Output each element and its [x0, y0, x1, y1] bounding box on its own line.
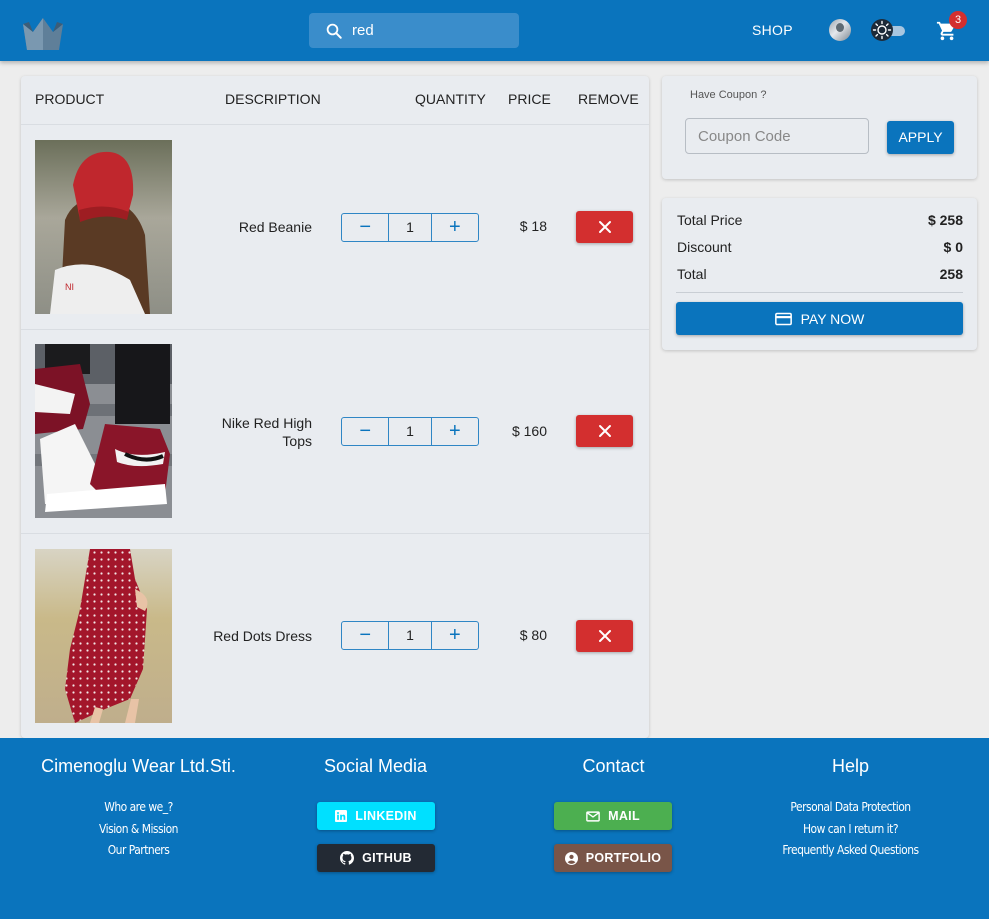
coupon-card: Have Coupon ? APPLY: [662, 76, 977, 179]
increase-quantity-button[interactable]: +: [432, 214, 478, 241]
header-remove: REMOVE: [578, 91, 639, 107]
toggle-thumb: [871, 19, 893, 41]
footer-contact-column: Contact: [490, 738, 737, 796]
footer-link-our-partners[interactable]: Our Partners: [32, 839, 244, 861]
row-divider: [21, 533, 649, 534]
github-icon: [340, 851, 355, 865]
quantity-stepper: − 1 +: [341, 417, 479, 446]
top-app-bar: red SHOP 3: [0, 0, 989, 61]
footer: Cimenoglu Wear Ltd.Sti. Who are we_? Vis…: [0, 738, 989, 919]
svg-text:NI: NI: [65, 282, 74, 292]
shop-link[interactable]: SHOP: [752, 22, 793, 38]
close-icon: [598, 630, 611, 642]
header-quantity: QUANTITY: [415, 91, 486, 107]
quantity-value[interactable]: 1: [388, 418, 432, 445]
linkedin-label: LINKEDIN: [355, 809, 417, 823]
increase-quantity-button[interactable]: +: [432, 622, 478, 649]
pay-now-label: PAY NOW: [800, 310, 865, 327]
apply-coupon-button[interactable]: APPLY: [887, 121, 954, 154]
footer-link-how-can-i-return-it[interactable]: How can I return it?: [744, 818, 956, 840]
cart-count-badge: 3: [949, 11, 967, 29]
product-image-red-dots-dress[interactable]: [35, 549, 172, 723]
github-label: GITHUB: [362, 851, 412, 865]
credit-card-icon: [774, 312, 792, 325]
remove-item-button[interactable]: [576, 620, 633, 652]
decrease-quantity-button[interactable]: −: [342, 214, 388, 241]
product-image-red-beanie[interactable]: NI: [35, 140, 172, 314]
product-price: $ 160: [511, 423, 547, 439]
cart-table: PRODUCT DESCRIPTION QUANTITY PRICE REMOV…: [21, 76, 649, 738]
close-icon: [598, 425, 611, 437]
product-description: Nike Red High Tops: [221, 415, 312, 449]
search-input-value[interactable]: red: [352, 22, 374, 39]
total-price-value: $ 258: [927, 212, 963, 228]
quantity-value[interactable]: 1: [388, 214, 432, 241]
discount-value: $ 0: [943, 239, 963, 255]
theme-toggle[interactable]: [871, 19, 907, 41]
close-icon: [598, 221, 611, 233]
product-description: Red Beanie: [238, 219, 312, 235]
product-price: $ 18: [519, 218, 547, 234]
discount-label: Discount: [677, 239, 732, 255]
footer-link-personal-data-protection[interactable]: Personal Data Protection: [744, 796, 956, 818]
mail-button[interactable]: MAIL: [554, 802, 672, 830]
footer-company-column: Cimenoglu Wear Ltd.Sti. Who are we_? Vis…: [15, 738, 262, 861]
product-image-nike-red-high-tops[interactable]: [35, 344, 172, 518]
decrease-quantity-button[interactable]: −: [342, 418, 388, 445]
row-divider: [21, 329, 649, 330]
footer-link-vision-mission[interactable]: Vision & Mission: [32, 818, 244, 840]
footer-help-title: Help: [831, 756, 870, 776]
linkedin-icon: [335, 810, 348, 822]
user-avatar[interactable]: [829, 19, 851, 41]
remove-item-button[interactable]: [576, 415, 633, 447]
product-description: Red Dots Dress: [213, 628, 312, 644]
header-description: DESCRIPTION: [225, 91, 321, 107]
coupon-code-input[interactable]: [685, 118, 869, 154]
account-circle-icon: [564, 851, 578, 865]
total-label: Total: [677, 266, 707, 282]
summary-divider: [676, 292, 963, 293]
mail-icon: [586, 810, 600, 822]
footer-link-who-are-we[interactable]: Who are we_?: [32, 796, 244, 818]
increase-quantity-button[interactable]: +: [432, 418, 478, 445]
footer-social-column: Social Media: [252, 738, 499, 796]
quantity-stepper: − 1 +: [341, 621, 479, 650]
footer-company-title: Cimenoglu Wear Ltd.Sti.: [41, 756, 236, 776]
pay-now-button[interactable]: PAY NOW: [676, 302, 963, 335]
github-button[interactable]: GITHUB: [317, 844, 435, 872]
header-product: PRODUCT: [35, 91, 105, 107]
portfolio-button[interactable]: PORTFOLIO: [554, 844, 672, 872]
header-price: PRICE: [508, 91, 551, 107]
mail-label: MAIL: [608, 809, 640, 823]
sun-icon: [872, 20, 892, 40]
remove-item-button[interactable]: [576, 211, 633, 243]
crown-logo-icon[interactable]: [19, 14, 67, 52]
footer-contact-title: Contact: [582, 756, 645, 776]
product-price: $ 80: [519, 627, 547, 643]
footer-link-faq[interactable]: Frequently Asked Questions: [744, 839, 956, 861]
coupon-label: Have Coupon ?: [690, 89, 767, 101]
decrease-quantity-button[interactable]: −: [342, 622, 388, 649]
total-price-label: Total Price: [677, 212, 743, 228]
row-divider: [21, 124, 649, 125]
search-icon: [326, 23, 342, 39]
quantity-stepper: − 1 +: [341, 213, 479, 242]
footer-help-column: Help Personal Data Protection How can I …: [727, 738, 974, 861]
portfolio-label: PORTFOLIO: [585, 851, 662, 865]
order-summary-card: Total Price $ 258 Discount $ 0 Total 258…: [662, 198, 977, 350]
linkedin-button[interactable]: LINKEDIN: [317, 802, 435, 830]
total-value: 258: [939, 266, 963, 282]
footer-social-title: Social Media: [323, 756, 428, 776]
search-bar[interactable]: red: [309, 13, 519, 48]
quantity-value[interactable]: 1: [388, 622, 432, 649]
